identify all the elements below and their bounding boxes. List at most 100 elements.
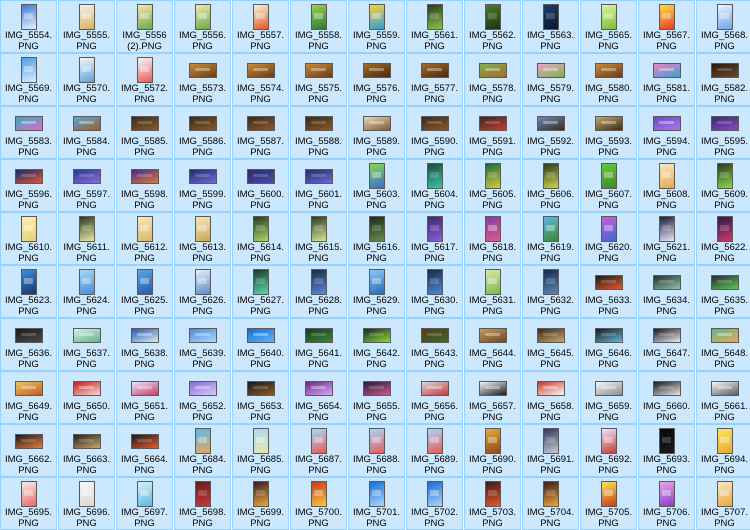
file-item[interactable]: IMG_5601. PNG [290,159,347,212]
file-item[interactable]: IMG_5659. PNG [580,371,637,424]
file-item[interactable]: IMG_5685. PNG [232,424,289,477]
file-item[interactable]: IMG_5622. PNG [696,212,750,265]
file-item[interactable]: IMG_5625. PNG [116,265,173,318]
file-item[interactable]: IMG_5568. PNG [696,0,750,53]
file-item[interactable]: IMG_5606. PNG [522,159,579,212]
file-item[interactable]: IMG_5704. PNG [522,477,579,530]
file-item[interactable]: IMG_5575. PNG [290,53,347,106]
file-item[interactable]: IMG_5658. PNG [522,371,579,424]
file-item[interactable]: IMG_5588. PNG [290,106,347,159]
file-item[interactable]: IMG_5615. PNG [290,212,347,265]
file-item[interactable]: IMG_5706. PNG [638,477,695,530]
file-item[interactable]: IMG_5597. PNG [58,159,115,212]
file-item[interactable]: IMG_5648. PNG [696,318,750,371]
file-item[interactable]: IMG_5651. PNG [116,371,173,424]
file-item[interactable]: IMG_5654. PNG [290,371,347,424]
file-item[interactable]: IMG_5688. PNG [348,424,405,477]
file-item[interactable]: IMG_5643. PNG [406,318,463,371]
file-item[interactable]: IMG_5684. PNG [174,424,231,477]
file-item[interactable]: IMG_5609. PNG [696,159,750,212]
file-item[interactable]: IMG_5569. PNG [0,53,57,106]
file-item[interactable]: IMG_5702. PNG [406,477,463,530]
file-item[interactable]: IMG_5634. PNG [638,265,695,318]
file-item[interactable]: IMG_5696. PNG [58,477,115,530]
file-item[interactable]: IMG_5701. PNG [348,477,405,530]
file-item[interactable]: IMG_5697. PNG [116,477,173,530]
file-item[interactable]: IMG_5660. PNG [638,371,695,424]
file-item[interactable]: IMG_5633. PNG [580,265,637,318]
file-item[interactable]: IMG_5641. PNG [290,318,347,371]
file-item[interactable]: IMG_5691. PNG [522,424,579,477]
file-item[interactable]: IMG_5631. PNG [464,265,521,318]
file-item[interactable]: IMG_5562. PNG [464,0,521,53]
file-item[interactable]: IMG_5578. PNG [464,53,521,106]
file-item[interactable]: IMG_5603. PNG [348,159,405,212]
file-item[interactable]: IMG_5583. PNG [0,106,57,159]
file-item[interactable]: IMG_5687. PNG [290,424,347,477]
file-item[interactable]: IMG_5637. PNG [58,318,115,371]
file-item[interactable]: IMG_5656. PNG [406,371,463,424]
file-item[interactable]: IMG_5638. PNG [116,318,173,371]
file-item[interactable]: IMG_5640. PNG [232,318,289,371]
file-item[interactable]: IMG_5599. PNG [174,159,231,212]
file-item[interactable]: IMG_5698. PNG [174,477,231,530]
file-item[interactable]: IMG_5700. PNG [290,477,347,530]
file-item[interactable]: IMG_5580. PNG [580,53,637,106]
file-item[interactable]: IMG_5653. PNG [232,371,289,424]
file-item[interactable]: IMG_5619. PNG [522,212,579,265]
file-item[interactable]: IMG_5570. PNG [58,53,115,106]
file-item[interactable]: IMG_5556. PNG [174,0,231,53]
file-item[interactable]: IMG_5627. PNG [232,265,289,318]
file-item[interactable]: IMG_5635. PNG [696,265,750,318]
file-item[interactable]: IMG_5644. PNG [464,318,521,371]
file-item[interactable]: IMG_5592. PNG [522,106,579,159]
file-item[interactable]: IMG_5616. PNG [348,212,405,265]
file-item[interactable]: IMG_5639. PNG [174,318,231,371]
file-item[interactable]: IMG_5655. PNG [348,371,405,424]
file-item[interactable]: IMG_5555. PNG [58,0,115,53]
file-item[interactable]: IMG_5642. PNG [348,318,405,371]
file-item[interactable]: IMG_5661. PNG [696,371,750,424]
file-item[interactable]: IMG_5579. PNG [522,53,579,106]
file-item[interactable]: IMG_5558. PNG [290,0,347,53]
file-item[interactable]: IMG_5614. PNG [232,212,289,265]
file-item[interactable]: IMG_5645. PNG [522,318,579,371]
file-item[interactable]: IMG_5613. PNG [174,212,231,265]
file-item[interactable]: IMG_5705. PNG [580,477,637,530]
file-item[interactable]: IMG_5652. PNG [174,371,231,424]
file-item[interactable]: IMG_5563. PNG [522,0,579,53]
file-item[interactable]: IMG_5692. PNG [580,424,637,477]
file-item[interactable]: IMG_5557. PNG [232,0,289,53]
file-item[interactable]: IMG_5707. PNG [696,477,750,530]
file-item[interactable]: IMG_5657. PNG [464,371,521,424]
file-item[interactable]: IMG_5596. PNG [0,159,57,212]
file-item[interactable]: IMG_5620. PNG [580,212,637,265]
file-item[interactable]: IMG_5693. PNG [638,424,695,477]
file-item[interactable]: IMG_5605. PNG [464,159,521,212]
file-item[interactable]: IMG_5595. PNG [696,106,750,159]
file-item[interactable]: IMG_5612. PNG [116,212,173,265]
file-item[interactable]: IMG_5610. PNG [0,212,57,265]
file-item[interactable]: IMG_5662. PNG [0,424,57,477]
file-item[interactable]: IMG_5584. PNG [58,106,115,159]
file-item[interactable]: IMG_5577. PNG [406,53,463,106]
file-item[interactable]: IMG_5650. PNG [58,371,115,424]
file-item[interactable]: IMG_5582. PNG [696,53,750,106]
file-item[interactable]: IMG_5624. PNG [58,265,115,318]
file-item[interactable]: IMG_5646. PNG [580,318,637,371]
file-item[interactable]: IMG_5573. PNG [174,53,231,106]
file-item[interactable]: IMG_5565. PNG [580,0,637,53]
file-item[interactable]: IMG_5554. PNG [0,0,57,53]
file-item[interactable]: IMG_5572. PNG [116,53,173,106]
file-item[interactable]: IMG_5604. PNG [406,159,463,212]
file-item[interactable]: IMG_5576. PNG [348,53,405,106]
file-item[interactable]: IMG_5600. PNG [232,159,289,212]
file-item[interactable]: IMG_5689. PNG [406,424,463,477]
file-item[interactable]: IMG_5617. PNG [406,212,463,265]
file-item[interactable]: IMG_5621. PNG [638,212,695,265]
file-item[interactable]: IMG_5664. PNG [116,424,173,477]
file-item[interactable]: IMG_5590. PNG [406,106,463,159]
file-item[interactable]: IMG_5591. PNG [464,106,521,159]
file-item[interactable]: IMG_5593. PNG [580,106,637,159]
file-item[interactable]: IMG_5587. PNG [232,106,289,159]
